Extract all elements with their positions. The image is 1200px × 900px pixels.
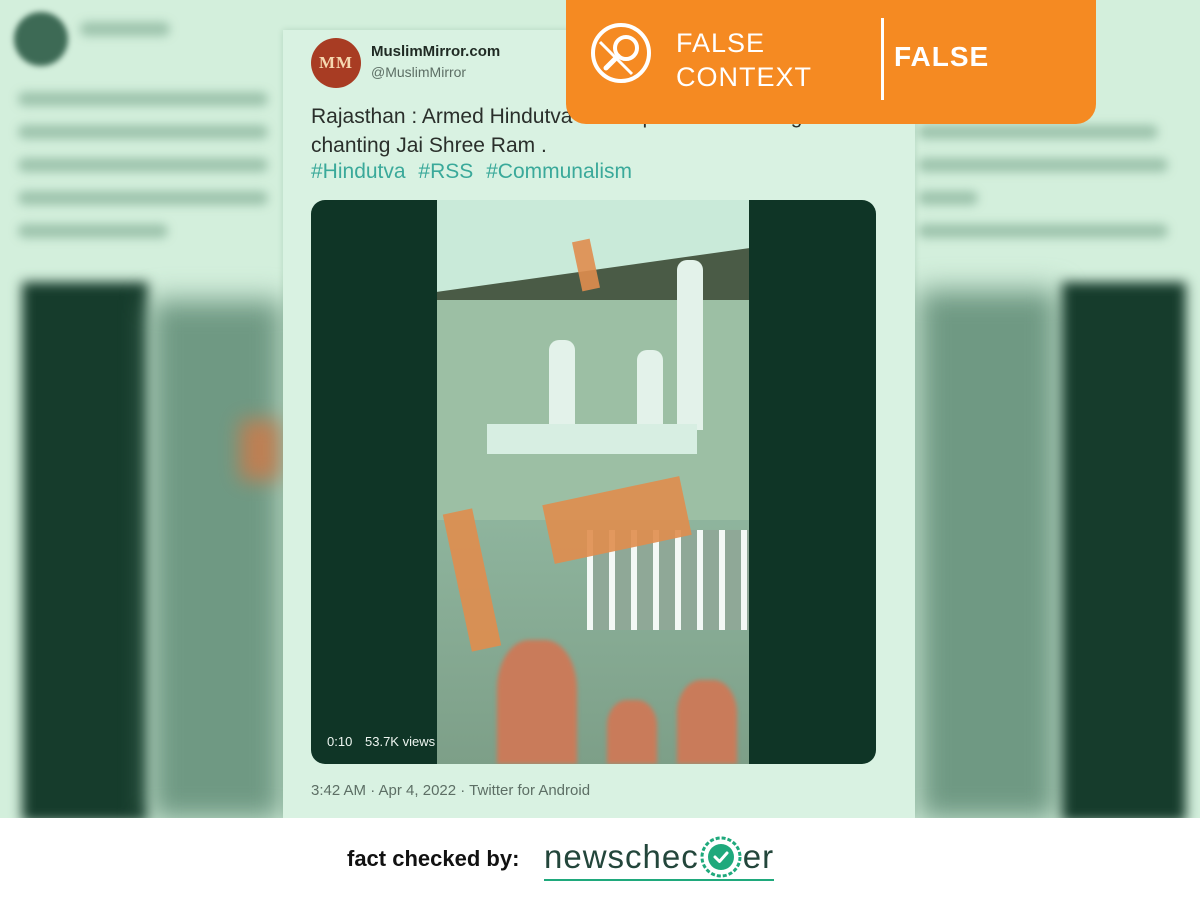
background-text-line <box>18 125 268 139</box>
background-text-line <box>918 224 1168 238</box>
avatar-initials: MM <box>318 53 354 72</box>
rating-context-label: FALSE CONTEXT <box>676 28 813 92</box>
background-text-line <box>80 22 170 36</box>
background-video-frame <box>150 300 283 818</box>
background-text-line <box>918 191 978 205</box>
hashtag-link[interactable]: #Hindutva <box>311 160 406 183</box>
hashtag-link[interactable]: #Communalism <box>486 160 632 183</box>
author-handle[interactable]: @MuslimMirror <box>371 64 466 80</box>
background-flag <box>240 420 280 480</box>
brand-text-end: er <box>742 838 775 876</box>
background-video-bar <box>22 282 148 818</box>
background-text-line <box>18 224 168 238</box>
video-frame <box>437 200 749 764</box>
rating-verdict: FALSE <box>894 41 990 72</box>
fact-checked-label: fact checked by: <box>347 846 520 871</box>
video-player[interactable]: 0:10 53.7K views <box>311 200 876 764</box>
background-video-frame <box>918 290 1058 818</box>
hashtag-list: #Hindutva #RSS #Communalism <box>311 160 639 184</box>
background-avatar <box>14 12 68 66</box>
background-text-line <box>18 92 268 106</box>
background-text-line <box>918 158 1168 172</box>
author-name[interactable]: MuslimMirror.com <box>371 43 500 60</box>
background-text-line <box>18 158 268 172</box>
background-video-bar <box>1062 282 1186 818</box>
brand-text-start: newschec <box>544 838 699 876</box>
checkmark-circle-icon <box>700 836 742 878</box>
video-time: 0:10 <box>327 734 353 749</box>
tweet-card: MM MuslimMirror.com @MuslimMirror Rajast… <box>283 30 915 818</box>
background-text-line <box>18 191 268 205</box>
tweet-timestamp[interactable]: 3:42 AM · Apr 4, 2022 · Twitter for Andr… <box>311 782 590 799</box>
footer: fact checked by: newschec er <box>0 818 1200 900</box>
hashtag-link[interactable]: #RSS <box>418 160 473 183</box>
avatar[interactable]: MM <box>311 38 361 88</box>
background-text-line <box>918 125 1158 139</box>
brand-logo[interactable]: newschec er <box>544 836 775 882</box>
badge-divider <box>881 18 884 100</box>
magnifier-icon <box>591 23 651 83</box>
video-view-count: 53.7K views <box>365 734 436 749</box>
rating-badge: FALSE CONTEXT FALSE <box>566 0 1096 124</box>
